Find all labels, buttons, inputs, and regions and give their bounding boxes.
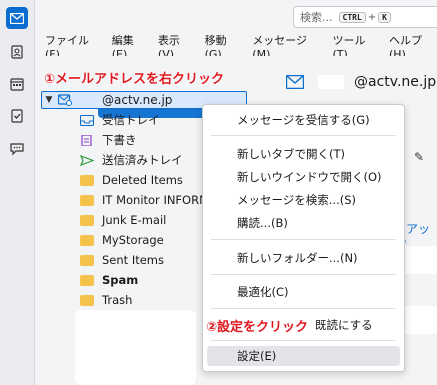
inbox-icon — [80, 114, 94, 126]
folder-mystorage[interactable]: MyStorage — [80, 231, 164, 249]
menu-separator — [211, 239, 396, 240]
menu-separator — [211, 135, 396, 136]
sent-icon — [80, 154, 94, 166]
global-search-input[interactable]: 検索... CTRL + K — [293, 6, 437, 28]
address-book-button[interactable] — [6, 41, 28, 63]
menu-separator — [211, 340, 396, 341]
menu-bar: ファイル(F) 編集(E) 表示(V) 移動(G) メッセージ(M) ツール(T… — [35, 34, 437, 61]
shortcut-key-ctrl: CTRL — [338, 11, 366, 23]
shortcut-plus: + — [367, 11, 377, 23]
folder-icon — [80, 174, 94, 186]
account-mail-icon — [58, 94, 72, 106]
folder-label: Deleted Items — [102, 173, 183, 187]
chat-button[interactable] — [6, 138, 28, 160]
folder-trash[interactable]: Trash — [80, 291, 132, 309]
folder-label: Trash — [102, 293, 133, 307]
account-header: @actv.ne.jp — [286, 74, 436, 90]
address-book-icon — [11, 45, 23, 59]
search-placeholder: 検索... — [300, 11, 333, 24]
folder-label: Sent Items — [102, 253, 164, 267]
calendar-button[interactable] — [6, 73, 28, 95]
menu-separator — [211, 274, 396, 275]
folder-label: IT Monitor INFORM — [102, 193, 210, 207]
folder-sent-items[interactable]: Sent Items — [80, 251, 164, 269]
menu-item-open-new-tab[interactable]: 新しいタブで開く(T) — [203, 144, 404, 164]
folder-label: 受信トレイ — [102, 113, 160, 127]
menu-item-get-messages[interactable]: メッセージを受信する(G) — [203, 110, 404, 130]
menu-separator — [211, 308, 396, 309]
folder-icon — [80, 274, 94, 286]
folder-label: Spam — [102, 273, 139, 287]
folder-sent[interactable]: 送信済みトレイ — [80, 151, 183, 169]
folder-icon — [80, 254, 94, 266]
drafts-icon — [81, 134, 92, 146]
step1-annotation: ①メールアドレスを右クリック — [44, 72, 225, 87]
folder-label: 送信済みトレイ — [102, 153, 183, 167]
spaces-toolbar — [0, 0, 35, 385]
folder-icon — [80, 214, 94, 226]
folder-label: 下書き — [102, 133, 137, 147]
folder-icon — [80, 294, 94, 306]
mail-space-button[interactable] — [6, 7, 28, 29]
folder-junk[interactable]: Junk E-mail — [80, 211, 166, 229]
folder-pane-card — [75, 310, 196, 385]
folder-deleted-items[interactable]: Deleted Items — [80, 171, 183, 189]
chat-icon — [10, 143, 24, 156]
folder-spam[interactable]: Spam — [80, 271, 138, 289]
menu-item-settings[interactable]: 設定(E) — [207, 346, 400, 366]
folder-it-monitor[interactable]: IT Monitor INFORM — [80, 191, 209, 209]
calendar-icon — [10, 78, 24, 91]
redacted-block — [318, 75, 344, 89]
step2-annotation: ②設定をクリック — [206, 320, 309, 335]
shortcut-key-k: K — [378, 11, 391, 23]
folder-label: Junk E-mail — [102, 213, 167, 227]
menu-item-compact[interactable]: 最適化(C) — [203, 282, 404, 302]
account-email-label: @actv.ne.jp — [102, 93, 173, 107]
folder-label: MyStorage — [102, 233, 164, 247]
account-header-email: @actv.ne.jp — [354, 74, 437, 90]
folder-icon — [80, 194, 94, 206]
menu-item-subscribe[interactable]: 購読...(B) — [203, 213, 404, 233]
folder-icon — [80, 234, 94, 246]
collapse-chevron-icon[interactable]: ▼ — [42, 95, 56, 105]
menu-item-open-new-window[interactable]: 新しいウインドウで開く(O) — [203, 167, 404, 187]
folder-drafts[interactable]: 下書き — [80, 131, 137, 149]
tasks-icon — [11, 109, 23, 123]
mail-icon — [10, 12, 24, 24]
menu-item-search-messages[interactable]: メッセージを検索...(S) — [203, 190, 404, 210]
tasks-button[interactable] — [6, 105, 28, 127]
edit-pencil-icon[interactable]: ✎ — [414, 150, 424, 164]
menu-item-new-folder[interactable]: 新しいフォルダー...(N) — [203, 248, 404, 268]
folder-inbox[interactable]: 受信トレイ — [80, 111, 160, 129]
envelope-icon — [286, 75, 304, 89]
